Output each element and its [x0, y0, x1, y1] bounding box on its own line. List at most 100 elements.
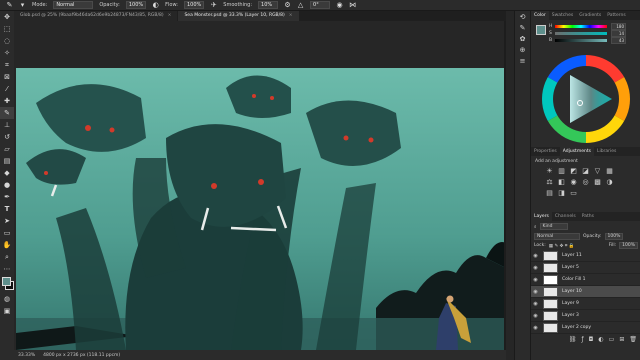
tab-glob[interactable]: Glob.psd @ 25% (9baaf9b46da62d6e9b24873/…: [14, 11, 178, 21]
h-value[interactable]: 180: [611, 23, 626, 30]
tab-swatches[interactable]: Swatches: [549, 11, 577, 20]
tab-gradients[interactable]: Gradients: [576, 11, 604, 20]
hue-saturation-icon[interactable]: ▦: [605, 167, 614, 175]
tab-sea-monster[interactable]: Sea Monster.psd @ 33.3% (Layer 10, RGB/8…: [178, 11, 299, 21]
zoom-level[interactable]: 33.33%: [18, 353, 35, 358]
saturation-slider[interactable]: [555, 32, 607, 35]
visibility-eye-icon[interactable]: ◉: [531, 253, 540, 259]
tab-patterns[interactable]: Patterns: [604, 11, 629, 20]
layer-row[interactable]: ◉ Layer 5: [531, 262, 640, 274]
levels-icon[interactable]: ▥: [557, 167, 566, 175]
clone-source-icon[interactable]: ⊕: [515, 44, 530, 55]
visibility-eye-icon[interactable]: ◉: [531, 325, 540, 331]
tab-paths[interactable]: Paths: [579, 212, 597, 221]
airbrush-icon[interactable]: ✈: [210, 1, 217, 9]
layer-row[interactable]: ◉ Layer 3: [531, 310, 640, 322]
visibility-eye-icon[interactable]: ◉: [531, 313, 540, 319]
color-wheel[interactable]: [540, 53, 632, 145]
pressure-size-icon[interactable]: ◉: [336, 1, 343, 9]
tab-libraries[interactable]: Libraries: [594, 147, 619, 156]
history-brush-tool-icon[interactable]: ↺: [0, 131, 14, 143]
posterize-icon[interactable]: ▤: [545, 189, 554, 197]
lock-icons[interactable]: ▦ ✎ ✥ ⌗ 🔒: [549, 243, 575, 249]
screen-mode-icon[interactable]: ▣: [0, 305, 14, 317]
move-tool-icon[interactable]: ✥: [0, 11, 14, 23]
trash-icon[interactable]: 🗑: [629, 336, 637, 343]
brush-tool-preset-icon[interactable]: ✎: [6, 1, 13, 9]
eyedropper-tool-icon[interactable]: ⁄: [0, 83, 14, 95]
document-canvas[interactable]: [16, 68, 506, 350]
more-tools-icon[interactable]: ⋯: [0, 263, 14, 275]
brush-tool-icon[interactable]: ✎: [0, 107, 14, 119]
angle-field[interactable]: 0°: [310, 1, 331, 9]
layer-row[interactable]: ◉ Layer 11: [531, 250, 640, 262]
curves-icon[interactable]: ◩: [569, 167, 578, 175]
eraser-tool-icon[interactable]: ▱: [0, 143, 14, 155]
dodge-tool-icon[interactable]: ●: [0, 179, 14, 191]
type-tool-icon[interactable]: T: [0, 203, 14, 215]
adjustment-layer-icon[interactable]: ◐: [598, 336, 603, 343]
s-value[interactable]: 14: [611, 30, 626, 37]
zoom-tool-icon[interactable]: ⌕: [0, 251, 14, 263]
brush-settings-icon[interactable]: ▾: [19, 1, 26, 9]
brush-angle-icon[interactable]: △: [297, 1, 304, 9]
color-lookup-icon[interactable]: ▩: [593, 178, 602, 186]
brightness-slider[interactable]: [555, 39, 607, 42]
fill-field[interactable]: 100%: [619, 242, 638, 249]
visibility-eye-icon[interactable]: ◉: [531, 265, 540, 271]
blur-tool-icon[interactable]: ◆: [0, 167, 14, 179]
blend-mode-select[interactable]: Normal: [534, 233, 580, 240]
layer-row[interactable]: ◉ Color Fill 1: [531, 274, 640, 286]
mask-icon[interactable]: ◘: [589, 336, 594, 343]
black-white-icon[interactable]: ◧: [557, 178, 566, 186]
photo-filter-icon[interactable]: ◉: [569, 178, 578, 186]
lasso-tool-icon[interactable]: ◌: [0, 35, 14, 47]
pen-tool-icon[interactable]: ✒: [0, 191, 14, 203]
frame-tool-icon[interactable]: ⊠: [0, 71, 14, 83]
b-value[interactable]: 43: [611, 37, 626, 44]
opacity-field[interactable]: 100%: [125, 1, 147, 9]
rectangle-tool-icon[interactable]: ▭: [0, 227, 14, 239]
close-icon[interactable]: ×: [289, 13, 293, 18]
brush-settings-panel-icon[interactable]: ✎: [515, 22, 530, 33]
healing-tool-icon[interactable]: ✚: [0, 95, 14, 107]
properties-panel-icon[interactable]: ≡: [515, 55, 530, 66]
marquee-tool-icon[interactable]: ⬚: [0, 23, 14, 35]
layer-row[interactable]: ◉ Layer 2 copy: [531, 322, 640, 334]
mode-select[interactable]: Normal: [53, 1, 94, 9]
color-balance-icon[interactable]: ⚖: [545, 178, 554, 186]
fx-icon[interactable]: ƒ: [582, 336, 584, 343]
hue-slider[interactable]: [555, 25, 607, 28]
link-icon[interactable]: ⛓: [569, 336, 577, 343]
channel-mixer-icon[interactable]: ◎: [581, 178, 590, 186]
vibrance-icon[interactable]: ▽: [593, 167, 602, 175]
layer-row[interactable]: ◉ Layer 9: [531, 298, 640, 310]
tab-adjustments[interactable]: Adjustments: [559, 147, 594, 156]
history-icon[interactable]: ⟲: [515, 11, 530, 22]
quick-select-tool-icon[interactable]: ✧: [0, 47, 14, 59]
visibility-eye-icon[interactable]: ◉: [531, 301, 540, 307]
foreground-color[interactable]: [2, 277, 11, 286]
path-select-tool-icon[interactable]: ➤: [0, 215, 14, 227]
hand-tool-icon[interactable]: ✋: [0, 239, 14, 251]
threshold-icon[interactable]: ◨: [557, 189, 566, 197]
filter-kind-select[interactable]: Kind: [539, 223, 568, 230]
new-layer-icon[interactable]: ⊞: [619, 336, 624, 343]
crop-tool-icon[interactable]: ⌗: [0, 59, 14, 71]
symmetry-icon[interactable]: ⋈: [349, 1, 356, 9]
pressure-opacity-icon[interactable]: ◐: [152, 1, 159, 9]
close-icon[interactable]: ×: [168, 13, 172, 18]
invert-icon[interactable]: ◑: [605, 178, 614, 186]
smoothing-settings-icon[interactable]: ⚙: [284, 1, 291, 9]
tab-channels[interactable]: Channels: [552, 212, 579, 221]
gradient-map-icon[interactable]: ▭: [569, 189, 578, 197]
document-info[interactable]: 4800 px x 2736 px (118.11 ppcm): [43, 353, 120, 358]
layer-opacity-field[interactable]: 100%: [604, 233, 624, 240]
tab-color[interactable]: Color: [531, 11, 549, 20]
smoothing-field[interactable]: 10%: [258, 1, 279, 9]
clone-stamp-tool-icon[interactable]: ⊥: [0, 119, 14, 131]
brushes-icon[interactable]: ✿: [515, 33, 530, 44]
vertical-scrollbar[interactable]: [504, 21, 506, 350]
gradient-tool-icon[interactable]: ▤: [0, 155, 14, 167]
foreground-chip[interactable]: [536, 25, 546, 35]
